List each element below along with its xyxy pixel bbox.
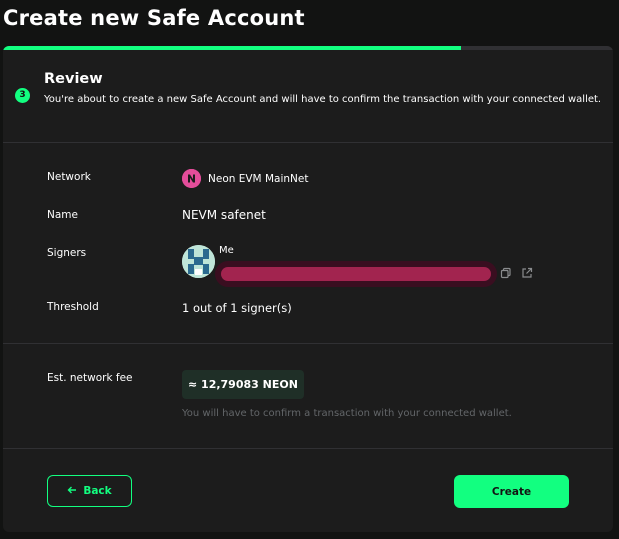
back-button[interactable]: Back — [47, 475, 132, 507]
signers-label: Signers — [47, 247, 87, 259]
name-value: NEVM safenet — [182, 208, 266, 222]
step-title: Review — [44, 71, 103, 87]
threshold-value: 1 out of 1 signer(s) — [182, 301, 292, 315]
divider — [3, 142, 613, 143]
page-title: Create new Safe Account — [3, 6, 305, 30]
progress-bar-fill — [3, 46, 461, 50]
progress-bar — [3, 46, 613, 50]
redacted-address — [221, 267, 491, 281]
back-button-label: Back — [83, 485, 112, 497]
create-button-label: Create — [491, 485, 532, 498]
copy-icon[interactable] — [500, 264, 512, 279]
network-fee-value: ≈ 12,79083 NEON — [182, 370, 304, 399]
divider — [3, 343, 613, 344]
threshold-label: Threshold — [47, 301, 99, 313]
divider — [3, 448, 613, 449]
name-label: Name — [47, 209, 78, 221]
network-value: Neon EVM MainNet — [208, 173, 309, 185]
fee-note: You will have to confirm a transaction w… — [182, 408, 512, 419]
network-fee-label: Est. network fee — [47, 372, 133, 384]
step-description: You're about to create a new Safe Accoun… — [44, 94, 602, 105]
external-link-icon[interactable] — [521, 264, 533, 278]
arrow-left-icon — [67, 485, 77, 498]
step-number-badge: 3 — [15, 88, 30, 103]
network-label: Network — [47, 171, 91, 183]
signer-avatar — [182, 245, 215, 278]
signer-name: Me — [219, 245, 234, 256]
create-button[interactable]: Create — [454, 475, 569, 508]
neon-logo-icon — [182, 169, 201, 188]
review-card: 3 Review You're about to create a new Sa… — [3, 46, 613, 532]
